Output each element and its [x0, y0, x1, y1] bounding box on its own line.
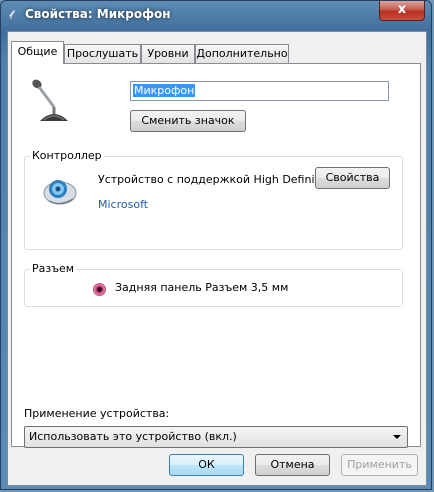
device-usage-label: Применение устройства:: [24, 407, 170, 420]
chevron-down-icon: [393, 435, 401, 439]
jack-group: Разъем Задняя панель Разъем 3,5 мм: [24, 262, 403, 307]
microphone-icon: [32, 79, 68, 121]
tab-listen[interactable]: Прослушать: [64, 44, 141, 63]
jack-description: Задняя панель Разъем 3,5 мм: [115, 281, 289, 294]
apply-button[interactable]: Применить: [341, 454, 418, 476]
controller-group-label: Контроллер: [30, 149, 104, 162]
jack-color-icon: [93, 283, 106, 296]
device-usage-value: Использовать это устройство (вкл.): [29, 430, 237, 443]
change-icon-button[interactable]: Сменить значок: [130, 110, 246, 132]
window-title: Свойства: Микрофон: [25, 7, 171, 21]
controller-device-name: Устройство с поддержкой High Definit...: [98, 173, 330, 186]
controller-group: Контроллер Устройство с поддержкой High …: [24, 149, 403, 250]
controller-properties-button[interactable]: Свойства: [315, 167, 390, 189]
tab-advanced[interactable]: Дополнительно: [195, 44, 289, 63]
title-bar[interactable]: Свойства: Микрофон x: [1, 1, 431, 29]
dialog-client-area: Общие Прослушать Уровни Дополнительно Ми…: [7, 31, 427, 486]
tab-levels[interactable]: Уровни: [141, 44, 195, 63]
tab-panel-general: Микрофон Сменить значок Контроллер Устро…: [11, 63, 421, 448]
sound-card-icon: [43, 180, 77, 205]
ok-button[interactable]: ОК: [169, 454, 244, 476]
cancel-button[interactable]: Отмена: [255, 454, 330, 476]
speaker-app-icon: [9, 10, 15, 20]
device-name-value: Микрофон: [133, 84, 196, 97]
close-button[interactable]: x: [379, 1, 425, 21]
controller-vendor-link[interactable]: Microsoft: [98, 198, 148, 211]
jack-group-label: Разъем: [30, 262, 77, 275]
tab-general[interactable]: Общие: [11, 41, 64, 64]
device-name-input[interactable]: Микрофон: [130, 81, 389, 101]
properties-window: Свойства: Микрофон x Общие Прослушать Ур…: [0, 0, 432, 490]
device-usage-select[interactable]: Использовать это устройство (вкл.): [24, 426, 408, 448]
